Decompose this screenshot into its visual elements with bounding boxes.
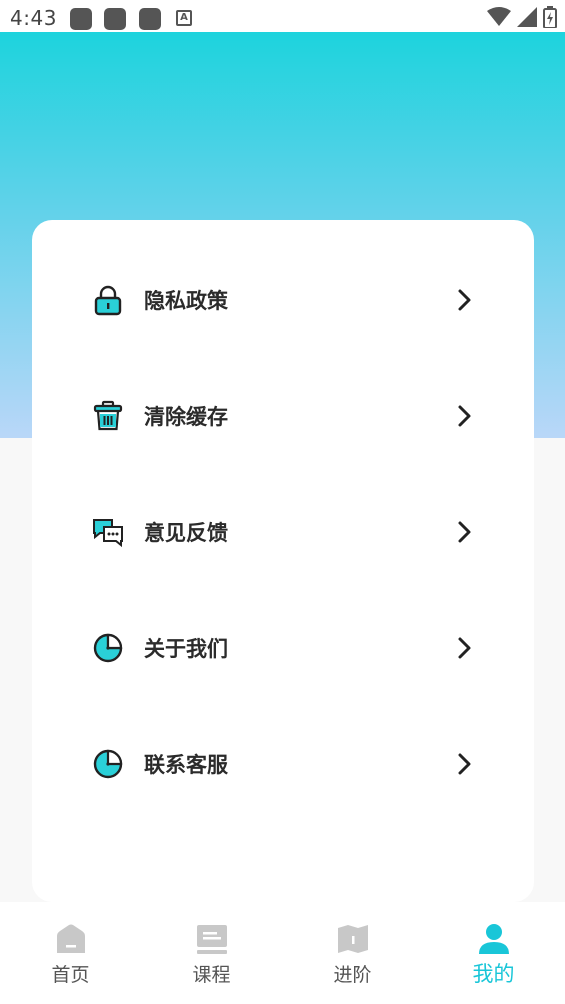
nav-tab-courses[interactable]: 课程 <box>141 902 282 1004</box>
lock-icon <box>94 285 122 316</box>
nav-tab-label: 首页 <box>51 964 90 986</box>
nav-tab-label: 我的 <box>472 962 515 986</box>
chevron-right-icon <box>458 405 471 427</box>
settings-card: 隐私政策 清除缓存 意见反馈 关于我们 联系客服 <box>32 220 534 902</box>
clock-icon <box>93 749 123 779</box>
battery-icon <box>543 6 557 28</box>
nav-tab-label: 课程 <box>192 964 231 986</box>
menu-item-label: 联系客服 <box>144 753 228 777</box>
menu-item-privacy-policy[interactable]: 隐私政策 <box>32 260 534 340</box>
clock-icon <box>93 633 123 663</box>
status-bar: 4:43 A <box>0 0 565 32</box>
menu-item-clear-cache[interactable]: 清除缓存 <box>32 376 534 456</box>
wifi-icon <box>487 7 511 26</box>
user-icon <box>478 924 509 954</box>
status-right <box>487 6 557 28</box>
chevron-right-icon <box>458 289 471 311</box>
chevron-right-icon <box>458 753 471 775</box>
bottom-nav: 首页 课程 进阶 我的 <box>0 902 565 1004</box>
trash-icon <box>93 400 123 431</box>
chat-bubbles-icon <box>93 519 123 548</box>
book-icon <box>337 925 368 953</box>
course-icon <box>196 925 227 954</box>
nav-tab-home[interactable]: 首页 <box>0 902 141 1004</box>
menu-item-label: 关于我们 <box>144 637 228 661</box>
menu-item-customer-service[interactable]: 联系客服 <box>32 724 534 804</box>
keyboard-a-icon: A <box>176 10 192 26</box>
notification-icon <box>139 8 161 30</box>
menu-item-label: 隐私政策 <box>144 289 228 313</box>
notification-icon <box>70 8 92 30</box>
menu-item-label: 清除缓存 <box>144 405 228 429</box>
home-icon <box>56 924 85 953</box>
menu-item-feedback[interactable]: 意见反馈 <box>32 492 534 572</box>
nav-tab-advanced[interactable]: 进阶 <box>282 902 423 1004</box>
signal-icon <box>517 7 537 27</box>
chevron-right-icon <box>458 637 471 659</box>
menu-item-about-us[interactable]: 关于我们 <box>32 608 534 688</box>
menu-item-label: 意见反馈 <box>144 521 228 545</box>
notification-icon <box>104 8 126 30</box>
status-time: 4:43 <box>10 6 57 30</box>
nav-tab-label: 进阶 <box>333 964 372 986</box>
chevron-right-icon <box>458 521 471 543</box>
nav-tab-mine[interactable]: 我的 <box>423 902 564 1004</box>
